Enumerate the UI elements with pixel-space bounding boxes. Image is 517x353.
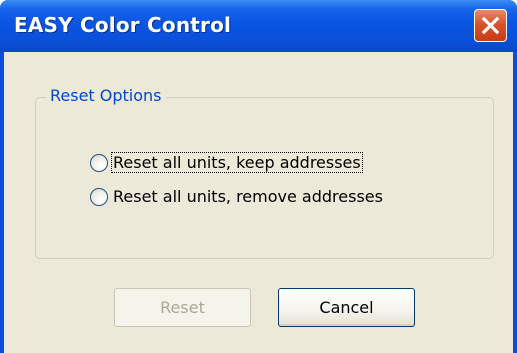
- radio-label-remove-addresses[interactable]: Reset all units, remove addresses: [112, 187, 384, 206]
- close-icon: [481, 16, 500, 35]
- dialog-body: Reset Options Reset all units, keep addr…: [4, 52, 513, 353]
- radio-button[interactable]: [90, 187, 108, 206]
- radio-keep-addresses[interactable]: Reset all units, keep addresses: [90, 152, 363, 173]
- title-bar[interactable]: EASY Color Control: [0, 0, 517, 52]
- close-button[interactable]: [474, 9, 507, 42]
- radio-label-keep-addresses[interactable]: Reset all units, keep addresses: [111, 152, 363, 173]
- group-label: Reset Options: [46, 86, 166, 105]
- dialog-window: EASY Color Control Reset Options Reset a…: [0, 0, 517, 353]
- radio-remove-addresses[interactable]: Reset all units, remove addresses: [90, 187, 384, 206]
- reset-options-group: Reset Options Reset all units, keep addr…: [35, 86, 494, 259]
- window-title: EASY Color Control: [14, 13, 232, 37]
- cancel-button[interactable]: Cancel: [278, 288, 415, 327]
- radio-button[interactable]: [90, 153, 108, 172]
- reset-button[interactable]: Reset: [114, 288, 251, 327]
